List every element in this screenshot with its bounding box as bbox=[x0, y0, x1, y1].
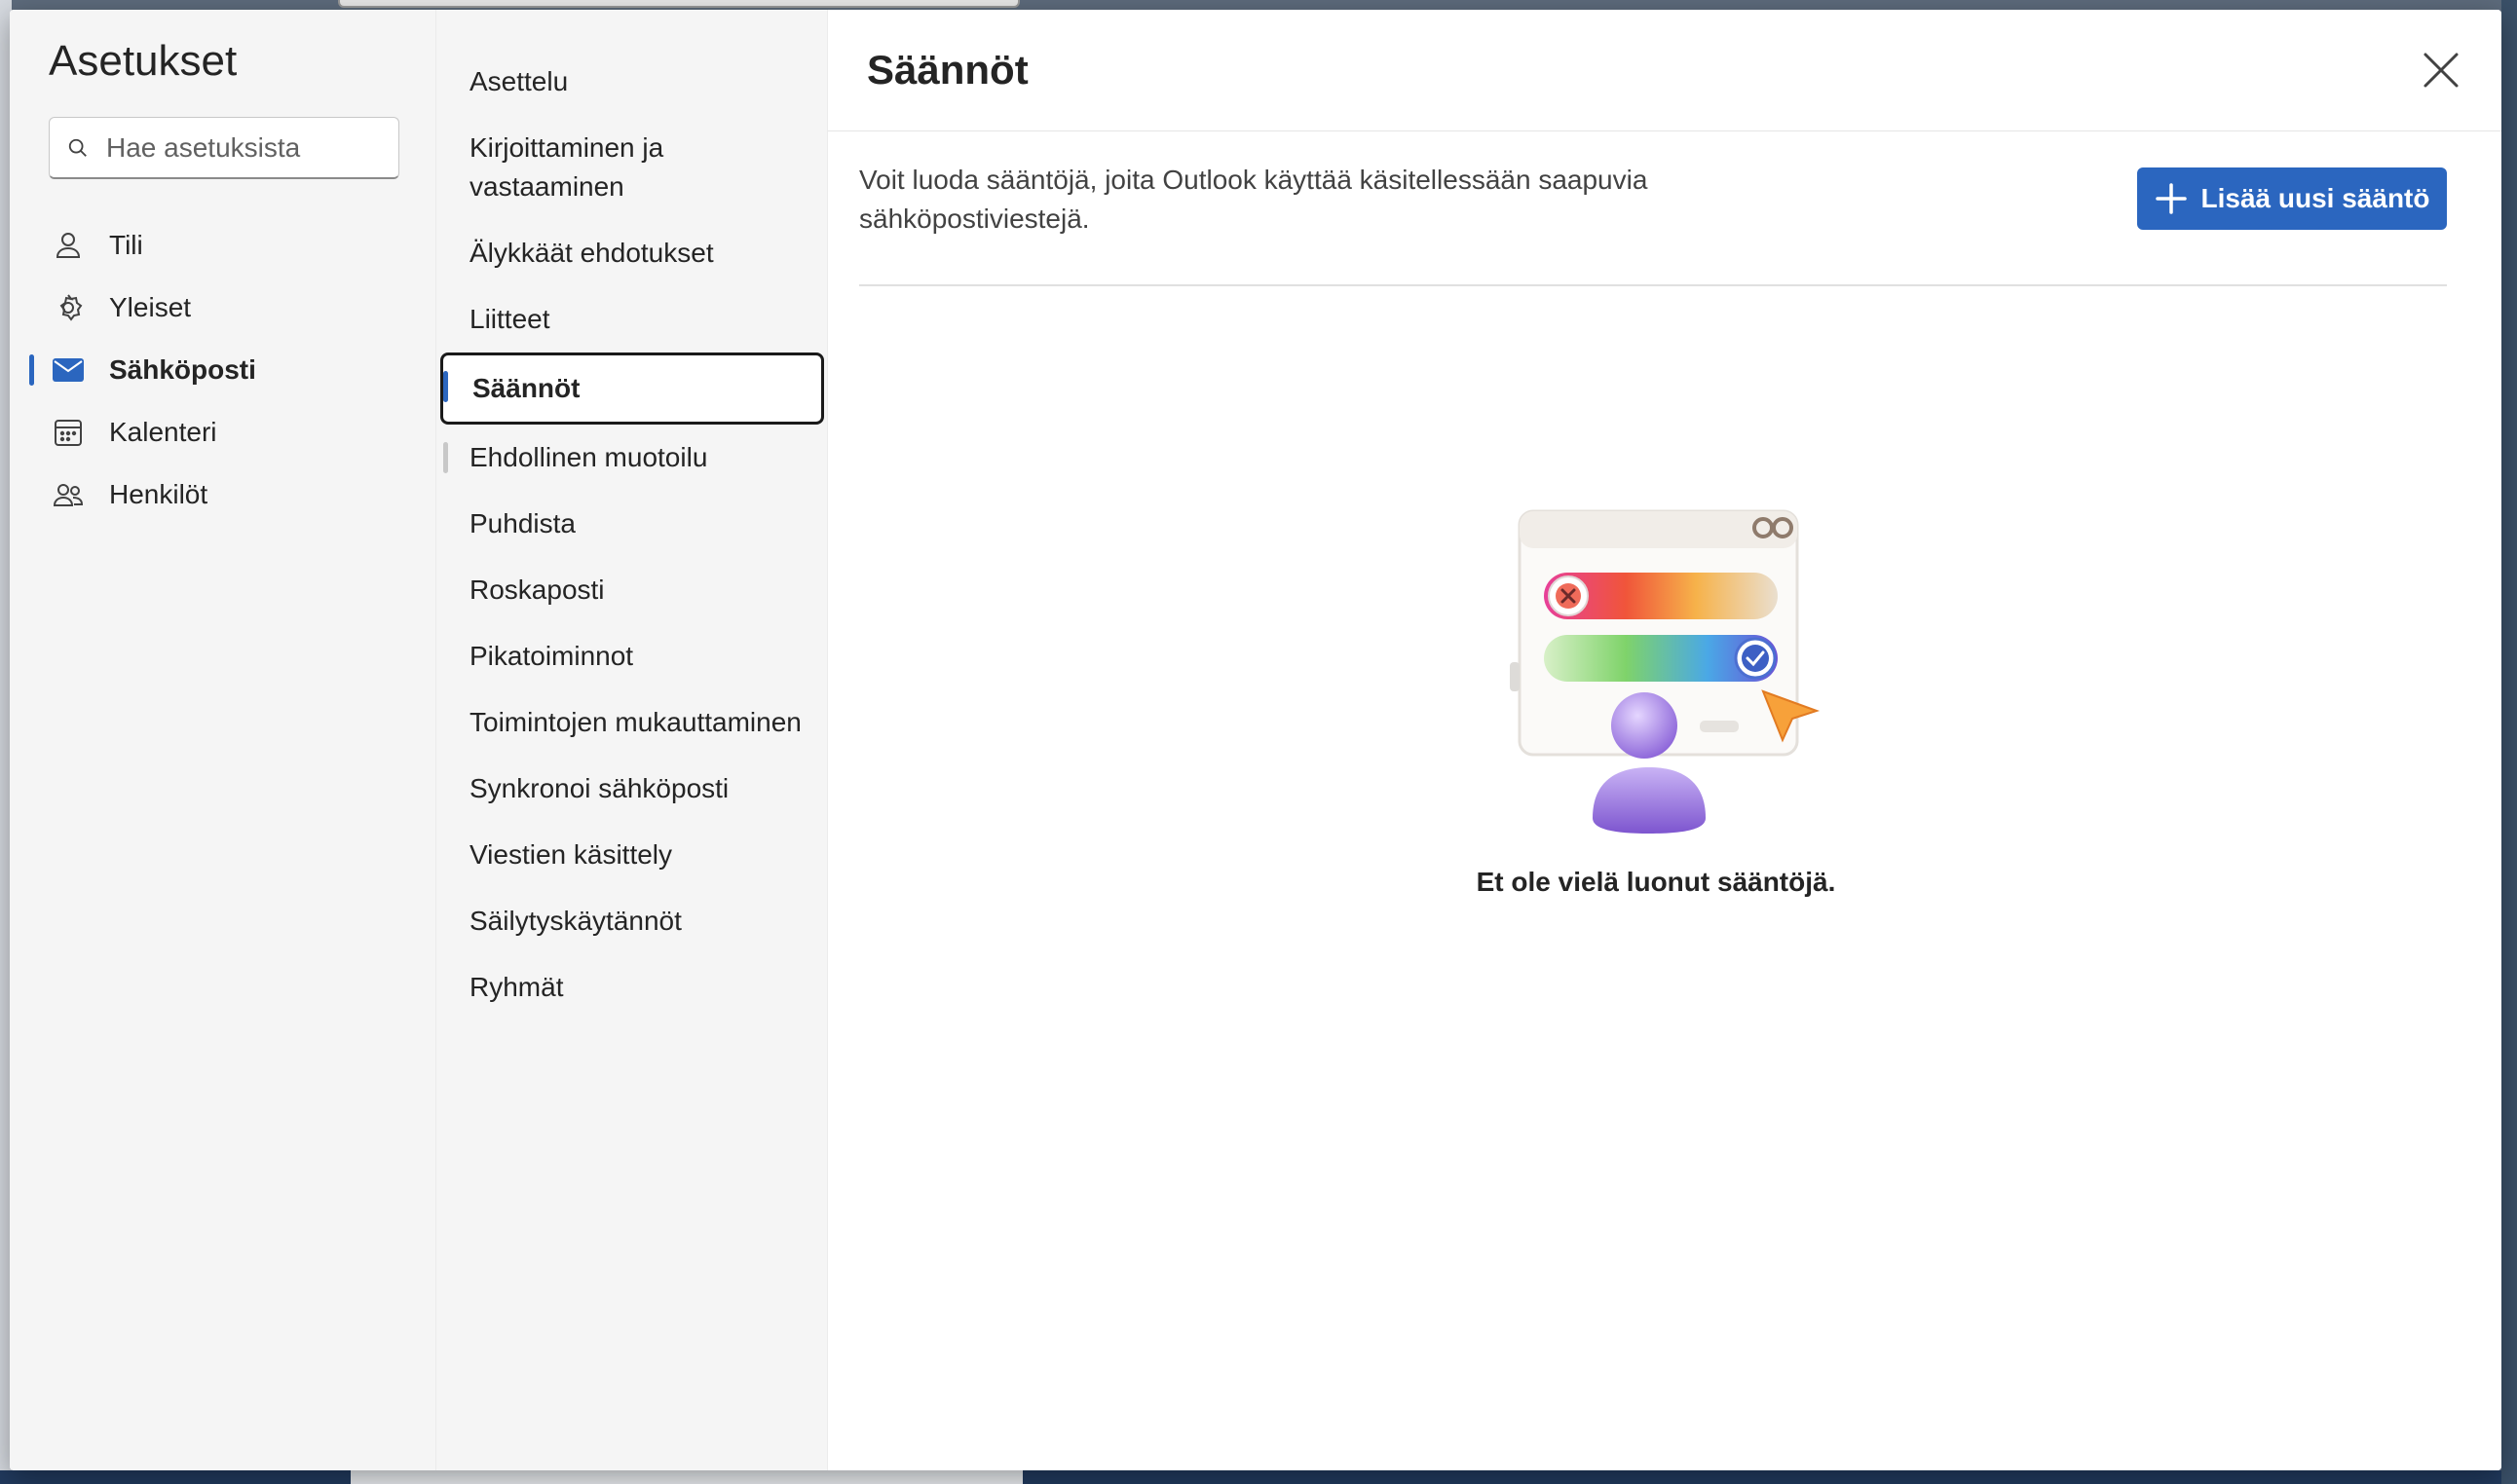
subnav-item-retention-policies[interactable]: Säilytyskäytännöt bbox=[440, 888, 824, 954]
gear-icon bbox=[51, 290, 86, 325]
nav-item-label: Yleiset bbox=[109, 292, 192, 322]
subnav-item-sweep[interactable]: Puhdista bbox=[440, 491, 824, 557]
nav-item-label: Kalenteri bbox=[109, 417, 217, 447]
add-new-rule-label: Lisää uusi sääntö bbox=[2200, 183, 2430, 213]
nav-item-account[interactable]: Tili bbox=[10, 214, 436, 277]
people-icon bbox=[51, 477, 86, 512]
background-toolbar bbox=[338, 0, 1020, 8]
plus-icon bbox=[2155, 183, 2187, 214]
rules-description: Voit luoda sääntöjä, joita Outlook käytt… bbox=[859, 165, 1648, 234]
subnav-item-smart-suggestions[interactable]: Älykkäät ehdotukset bbox=[440, 220, 824, 286]
close-icon bbox=[2423, 53, 2459, 88]
settings-search-input[interactable] bbox=[106, 131, 379, 164]
nav-item-label: Henkilöt bbox=[109, 479, 208, 509]
nav-item-calendar[interactable]: Kalenteri bbox=[10, 401, 436, 464]
subnav-item-compose-reply[interactable]: Kirjoittaminen ja vastaaminen bbox=[440, 115, 824, 220]
nav-item-label: Sähköposti bbox=[109, 354, 256, 385]
settings-secondary-nav-panel: Asettelu Kirjoittaminen ja vastaaminen Ä… bbox=[436, 10, 828, 1470]
nav-item-mail[interactable]: Sähköposti bbox=[10, 339, 436, 401]
empty-rules-illustration bbox=[1510, 509, 1821, 834]
page-title: Säännöt bbox=[867, 47, 1029, 93]
settings-dialog: Asetukset Tili Yleiset S bbox=[10, 10, 2501, 1470]
subnav-item-sync-email[interactable]: Synkronoi sähköposti bbox=[440, 756, 824, 822]
nav-item-people[interactable]: Henkilöt bbox=[10, 464, 436, 526]
calendar-icon bbox=[51, 415, 86, 450]
content-header: Säännöt bbox=[828, 10, 2501, 131]
rules-content-pane: Säännöt Voit luoda sääntöjä, joita Outlo… bbox=[828, 10, 2501, 1470]
background-bottom-panel bbox=[351, 1470, 1023, 1484]
subnav-item-quick-steps[interactable]: Pikatoiminnot bbox=[440, 623, 824, 689]
search-icon bbox=[68, 138, 87, 157]
secondary-nav: Asettelu Kirjoittaminen ja vastaaminen Ä… bbox=[436, 49, 828, 1020]
subnav-item-junk-email[interactable]: Roskaposti bbox=[440, 557, 824, 623]
close-button[interactable] bbox=[2414, 43, 2468, 97]
person-icon bbox=[51, 228, 86, 263]
subnav-item-customize-actions[interactable]: Toimintojen mukauttaminen bbox=[440, 689, 824, 756]
subnav-item-conditional-formatting[interactable]: Ehdollinen muotoilu bbox=[440, 425, 824, 491]
add-new-rule-button[interactable]: Lisää uusi sääntö bbox=[2137, 167, 2447, 230]
empty-state-text: Et ole vielä luonut sääntöjä. bbox=[1476, 867, 1836, 897]
subnav-item-attachments[interactable]: Liitteet bbox=[440, 286, 824, 352]
primary-nav: Tili Yleiset Sähköposti Kalenteri Henkil… bbox=[10, 214, 436, 526]
nav-item-label: Tili bbox=[109, 230, 143, 260]
subnav-item-rules[interactable]: Säännöt bbox=[440, 352, 824, 425]
subnav-item-message-handling[interactable]: Viestien käsittely bbox=[440, 822, 824, 888]
mail-icon bbox=[51, 352, 86, 388]
settings-primary-nav-panel: Asetukset Tili Yleiset S bbox=[10, 10, 436, 1470]
nav-item-general[interactable]: Yleiset bbox=[10, 277, 436, 339]
settings-title: Asetukset bbox=[49, 37, 238, 85]
content-divider bbox=[859, 284, 2447, 286]
subnav-item-groups[interactable]: Ryhmät bbox=[440, 954, 824, 1020]
subnav-item-layout[interactable]: Asettelu bbox=[440, 49, 824, 115]
settings-search-box[interactable] bbox=[49, 117, 399, 179]
background-right-edge bbox=[2501, 0, 2517, 1484]
